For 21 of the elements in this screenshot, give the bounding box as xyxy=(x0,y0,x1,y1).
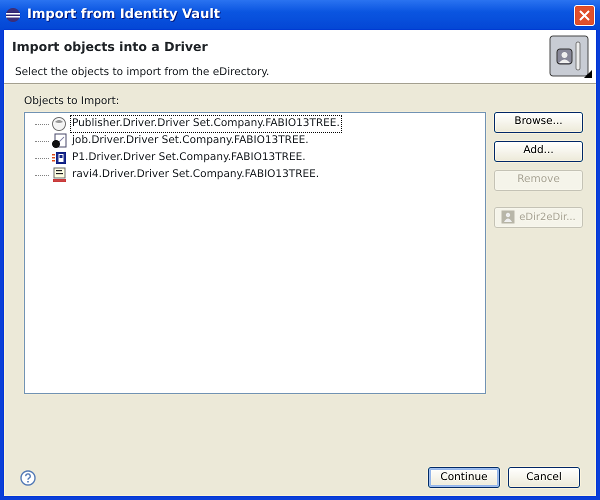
close-icon xyxy=(579,10,590,20)
vault-icon xyxy=(548,34,592,80)
window-title: Import from Identity Vault xyxy=(27,6,220,24)
list-label: Objects to Import: xyxy=(24,94,120,109)
document-icon xyxy=(51,133,67,150)
script-icon xyxy=(51,167,67,184)
objects-list[interactable]: Publisher.Driver.Driver Set.Company.FABIO13TREE. job.Driver.Driver Set.Company.FABIO13TREE. P1.Driver.Driver Set.Company.FABIO13TREE. ravi4.Driver.Driver Set.Company.FABIO13TREE. xyxy=(24,112,486,394)
help-icon[interactable] xyxy=(20,470,36,486)
add-button[interactable]: Add... xyxy=(494,140,583,162)
close-button[interactable] xyxy=(574,4,595,26)
browse-button[interactable]: Browse... xyxy=(494,112,583,133)
figure-icon xyxy=(501,210,516,224)
page-description: Select the objects to import from the eDirectory. xyxy=(14,64,270,80)
page-title: Import objects into a Driver xyxy=(12,38,209,56)
list-item[interactable]: P1.Driver.Driver Set.Company.FABIO13TREE. xyxy=(70,149,308,168)
list-item[interactable]: Publisher.Driver.Driver Set.Company.FABIO13TREE. xyxy=(70,115,342,134)
list-item[interactable]: ravi4.Driver.Driver Set.Company.FABIO13TREE. xyxy=(70,166,322,184)
continue-button[interactable]: Continue xyxy=(428,467,500,488)
list-item[interactable]: job.Driver.Driver Set.Company.FABIO13TREE. xyxy=(70,132,311,150)
app-icon xyxy=(5,7,21,23)
cancel-button[interactable]: Cancel xyxy=(508,467,580,488)
